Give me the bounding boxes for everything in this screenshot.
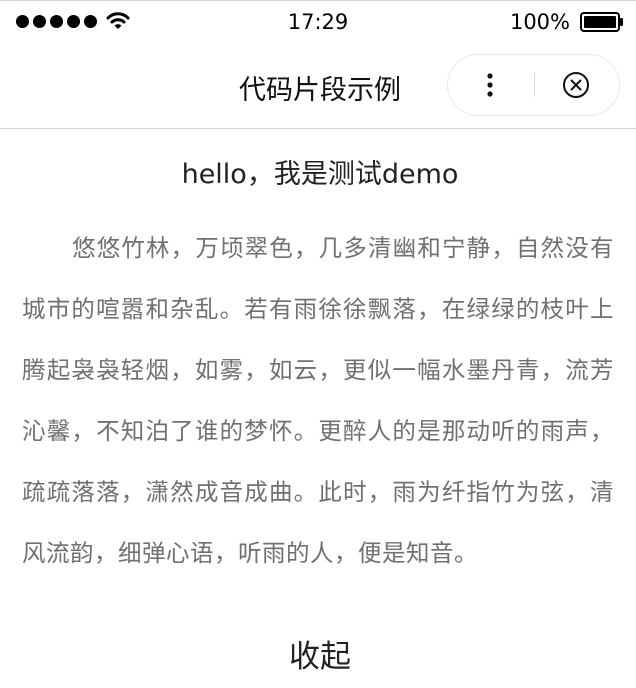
more-button[interactable] bbox=[448, 55, 534, 115]
close-circle-icon bbox=[563, 72, 589, 98]
battery-percent: 100% bbox=[509, 10, 570, 34]
content-heading: hello，我是测试demo bbox=[181, 159, 459, 190]
more-dots-icon bbox=[487, 73, 493, 97]
menu-capsule bbox=[447, 54, 620, 116]
content-paragraph: 悠悠竹林，万顷翠色，几多清幽和宁静，自然没有城市的喧嚣和杂乱。若有雨徐徐飘落，在… bbox=[22, 234, 614, 567]
collapse-button[interactable]: 收起 bbox=[0, 631, 636, 676]
battery-icon bbox=[580, 12, 623, 32]
nav-bar: 代码片段示例 bbox=[0, 44, 636, 129]
close-button[interactable] bbox=[535, 55, 620, 115]
status-bar: 17:29 100% bbox=[0, 0, 636, 44]
screen: 17:29 100% 代码片段示例 hello，我是测试demo 悠悠竹林，万顷… bbox=[0, 0, 636, 688]
